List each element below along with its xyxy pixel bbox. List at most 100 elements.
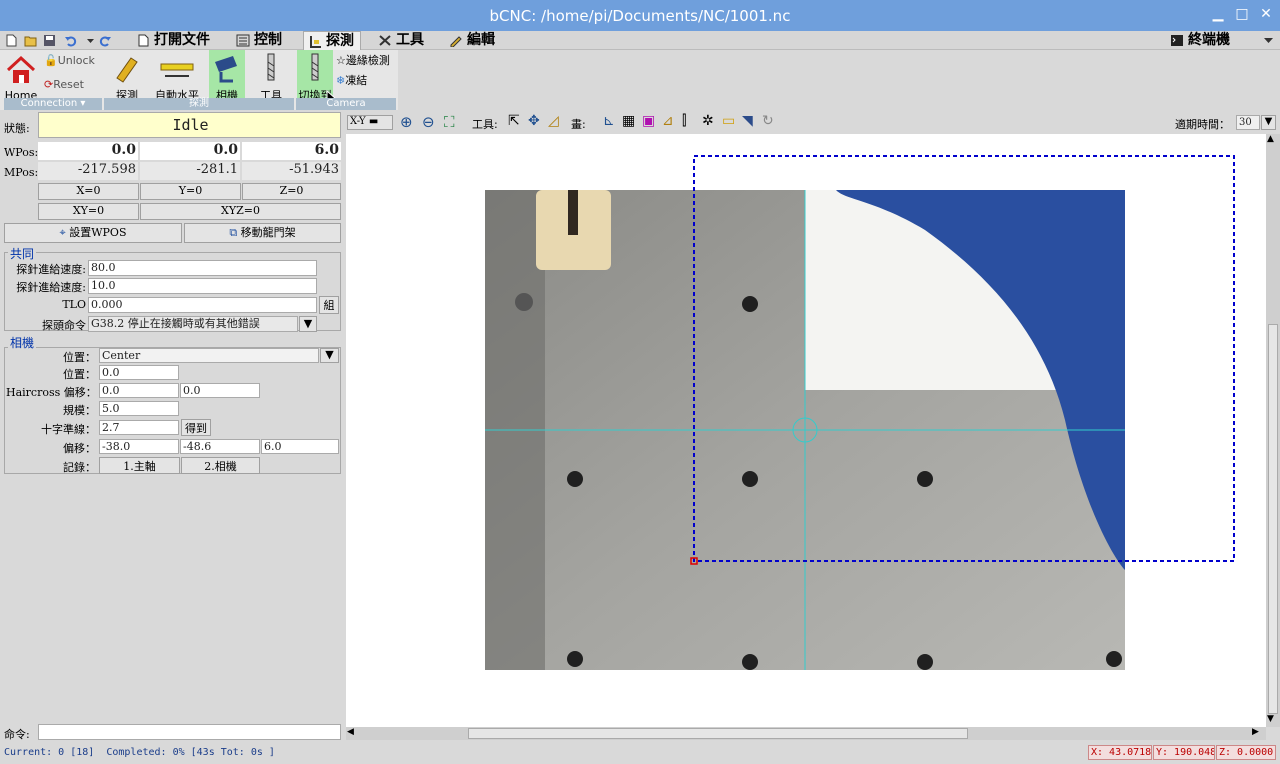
status-text: Current: 0 [18] Completed: 0% [43s Tot: …	[4, 747, 275, 758]
xy-zero-button[interactable]: XY=0	[38, 203, 139, 220]
scroll-left-icon[interactable]: ◀	[347, 727, 354, 737]
xyz-zero-button[interactable]: XYZ=0	[140, 203, 341, 220]
fast-feed-input[interactable]: 80.0	[88, 260, 317, 276]
common-title: 共同	[8, 245, 37, 262]
probe-button[interactable]: 探測	[110, 52, 144, 103]
scale-input[interactable]: 5.0	[99, 401, 179, 416]
undo-icon[interactable]	[64, 34, 77, 47]
window-title: bCNC: /home/pi/Documents/NC/1001.nc	[489, 7, 791, 25]
tab-file[interactable]: 打開文件	[132, 31, 216, 50]
offset-x-input[interactable]: -38.0	[99, 439, 179, 454]
workarea-icon[interactable]: ⊿	[662, 113, 674, 129]
wpos-x[interactable]: 0.0	[38, 142, 138, 160]
timer-input[interactable]: 30	[1236, 115, 1260, 130]
z-zero-button[interactable]: Z=0	[242, 183, 341, 200]
edge-detect-label: 邊緣檢測	[345, 54, 390, 67]
z-coordinate: Z: 0.0000	[1216, 745, 1276, 760]
view-select[interactable]: X-Y ▬	[347, 115, 393, 130]
probe-icon[interactable]: ✲	[702, 113, 714, 129]
command-input[interactable]	[38, 724, 341, 740]
unlock-button[interactable]: 🔓Unlock	[44, 54, 102, 67]
zoom-out-icon[interactable]: ⊖	[422, 113, 435, 131]
connection-group-label[interactable]: Connection ▾	[4, 98, 102, 110]
wpos-label: WPos:	[4, 146, 39, 159]
home-button[interactable]: Home	[4, 54, 38, 102]
x-zero-button[interactable]: X=0	[38, 183, 139, 200]
save-icon[interactable]	[43, 34, 56, 47]
minimize-icon[interactable]: ▁	[1208, 6, 1228, 22]
open-folder-icon[interactable]	[24, 34, 37, 47]
scroll-up-icon[interactable]: ▲	[1267, 134, 1274, 144]
feed-input[interactable]: 10.0	[88, 278, 317, 294]
tab-edit[interactable]: 編輯	[445, 31, 501, 50]
set-wpos-button[interactable]: ⌖ 設置WPOS	[4, 223, 182, 243]
maximize-icon[interactable]: □	[1232, 6, 1252, 22]
refresh-icon[interactable]: ↻	[762, 113, 774, 129]
offset-z-input[interactable]: 6.0	[261, 439, 339, 454]
axes-icon[interactable]: ⊾	[603, 113, 615, 129]
freeze-label: 凍結	[345, 74, 368, 87]
grid-icon[interactable]: ▦	[622, 113, 635, 129]
edge-detect-button[interactable]: ☆邊緣檢測	[336, 52, 398, 68]
register-camera-button[interactable]: 2.相機	[181, 457, 260, 474]
register-spindle-button[interactable]: 1.主軸	[99, 457, 180, 474]
tool-button[interactable]: 工具	[256, 52, 286, 103]
wpos-y[interactable]: 0.0	[140, 142, 240, 160]
zoom-in-icon[interactable]: ⊕	[400, 113, 413, 131]
tlo-input[interactable]: 0.000	[88, 297, 317, 313]
reset-button[interactable]: ⟳Reset	[44, 78, 102, 91]
haircross-x-input[interactable]: 0.0	[99, 383, 179, 398]
scroll-right-icon[interactable]: ▶	[1252, 727, 1259, 737]
tab-control-label: 控制	[254, 32, 282, 48]
rotation-input[interactable]: 0.0	[99, 365, 179, 380]
probe-cmd-label: 探頭命令	[42, 319, 86, 332]
move-gantry-button[interactable]: ⧉ 移動龍門架	[184, 223, 341, 243]
location-select[interactable]: Center	[99, 348, 319, 363]
vertical-scroll-thumb[interactable]	[1268, 324, 1278, 714]
haircross-label: Haircross 偏移：	[6, 386, 97, 399]
freeze-button[interactable]: ❄凍結	[336, 72, 398, 88]
tab-terminal[interactable]: 終端機	[1166, 31, 1236, 50]
paths-icon[interactable]: ▭	[722, 113, 735, 129]
gcode-canvas[interactable]	[346, 134, 1266, 727]
ruler-icon[interactable]: ◿	[548, 113, 559, 129]
horizontal-scroll-thumb[interactable]	[468, 728, 968, 739]
camera-icon[interactable]: ◥	[742, 113, 753, 129]
scale-label: 規模：	[63, 404, 96, 417]
gantry-icon: ⧉	[229, 226, 238, 239]
endmill-icon[interactable]: ⫿	[682, 113, 686, 129]
chevron-down-icon[interactable]: ▼	[299, 316, 317, 332]
close-icon[interactable]: ✕	[1256, 6, 1276, 22]
chevron-down-icon[interactable]	[84, 34, 97, 47]
title-bar: bCNC: /home/pi/Documents/NC/1001.nc ▁ □ …	[0, 0, 1280, 31]
snowflake-icon: ❄	[336, 74, 346, 87]
chevron-down-icon[interactable]: ▼	[320, 348, 339, 363]
zoom-fit-icon[interactable]: ⛶	[444, 113, 455, 131]
crosshair-input[interactable]: 2.7	[99, 420, 179, 435]
crosshair-label: 十字準線：	[41, 423, 96, 436]
get-button[interactable]: 得到	[181, 419, 211, 436]
horizontal-scrollbar[interactable]: ◀ ▶	[346, 727, 1266, 740]
offset-y-input[interactable]: -48.6	[180, 439, 260, 454]
tab-control[interactable]: 控制	[232, 31, 288, 50]
wpos-z[interactable]: 6.0	[242, 142, 341, 160]
y-zero-button[interactable]: Y=0	[140, 183, 241, 200]
select-arrow-icon[interactable]: ⇱	[508, 113, 520, 129]
new-file-icon[interactable]	[5, 34, 18, 47]
haircross-y-input[interactable]: 0.0	[180, 383, 260, 398]
mpos-label: MPos:	[4, 166, 39, 179]
probe-cmd-select[interactable]: G38.2 停止在接觸時或有其他錯誤	[88, 316, 298, 332]
move-icon[interactable]: ✥	[528, 113, 540, 129]
autolevel-button[interactable]: 自動水平	[152, 52, 202, 103]
chevron-down-icon[interactable]	[1262, 34, 1275, 47]
tab-tools[interactable]: 工具	[374, 31, 430, 50]
reset-label: Reset	[53, 78, 84, 91]
camera-button[interactable]: 相機	[209, 50, 245, 102]
chevron-down-icon[interactable]: ▼	[1261, 115, 1276, 130]
tab-probe[interactable]: 探測	[303, 31, 361, 50]
vertical-scrollbar[interactable]: ▲ ▼	[1266, 134, 1280, 727]
redo-icon[interactable]	[99, 34, 112, 47]
tlo-set-button[interactable]: 組	[319, 296, 339, 314]
scroll-down-icon[interactable]: ▼	[1267, 714, 1274, 724]
margins-icon[interactable]: ▣	[642, 113, 655, 129]
